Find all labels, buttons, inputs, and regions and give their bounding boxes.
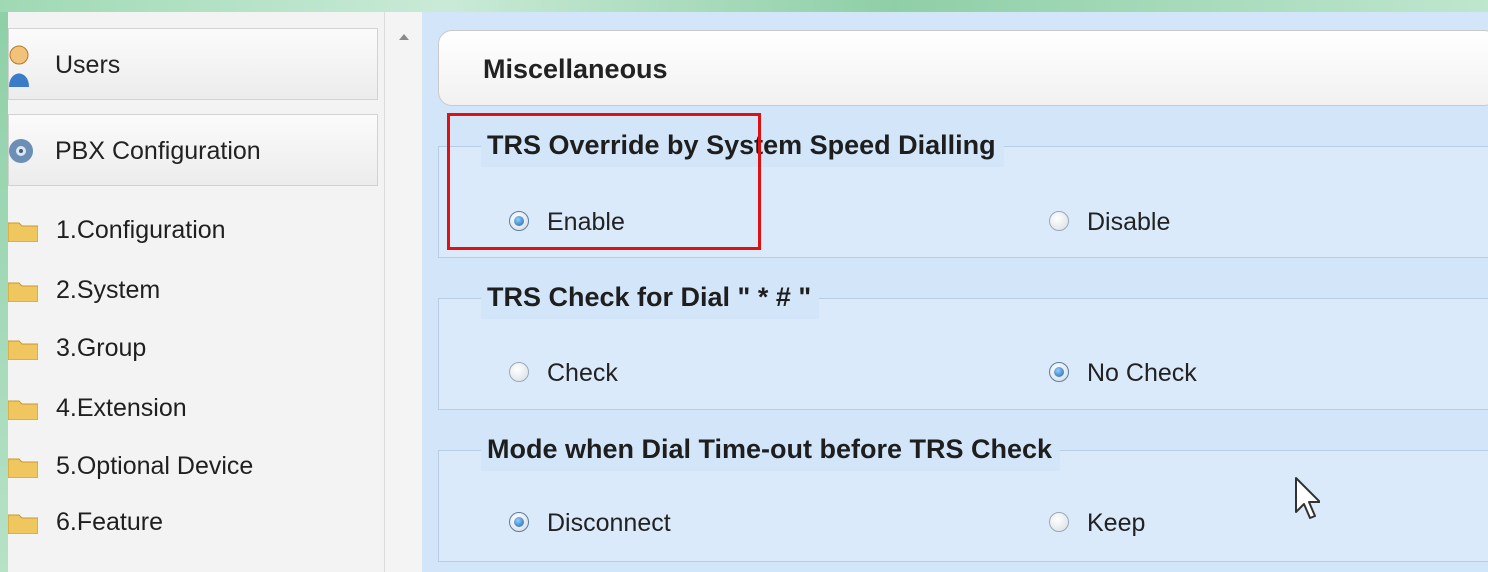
folder-icon: [8, 514, 38, 534]
panel-header: Miscellaneous: [438, 30, 1488, 106]
page-title: Miscellaneous: [483, 54, 668, 84]
radio-label: Disable: [1087, 208, 1171, 236]
sidebar-item-partial[interactable]: [8, 560, 378, 572]
section-dial-timeout-mode: Mode when Dial Time-out before TRS Check…: [438, 427, 1488, 562]
sidebar-header-pbx-configuration[interactable]: PBX Configuration: [8, 114, 378, 186]
sidebar-item-label: 1.Configuration: [56, 216, 226, 244]
radio-label: Check: [547, 359, 618, 387]
section-trs-check: TRS Check for Dial " * # " Check No Chec…: [438, 275, 1488, 410]
radio-button[interactable]: [1049, 211, 1069, 231]
sidebar-item-configuration[interactable]: 1.Configuration: [8, 210, 378, 250]
gear-icon: [9, 139, 33, 163]
sidebar-item-feature[interactable]: 6.Feature: [8, 502, 378, 542]
folder-icon: [8, 282, 38, 302]
mouse-cursor-icon: [1295, 477, 1320, 519]
sidebar-item-label: 3.Group: [56, 334, 147, 362]
sidebar-item-group[interactable]: 3.Group: [8, 328, 378, 368]
top-banner: [0, 0, 1488, 12]
sidebar-item-extension[interactable]: 4.Extension: [8, 388, 378, 428]
left-edge-strip: [0, 12, 8, 572]
sidebar-header-label: Users: [55, 51, 121, 79]
folder-icon: [8, 458, 38, 478]
radio-button[interactable]: [509, 362, 529, 382]
scroll-up-icon[interactable]: [399, 34, 409, 40]
sidebar-item-label: 4.Extension: [56, 394, 187, 422]
radio-button[interactable]: [1049, 362, 1069, 382]
radio-label: Keep: [1087, 509, 1146, 537]
radio-label: Disconnect: [547, 509, 671, 537]
sidebar-scrollbar[interactable]: [384, 12, 422, 572]
radio-button[interactable]: [1049, 512, 1069, 532]
sidebar-header-label: PBX Configuration: [55, 137, 261, 165]
sidebar-item-label: 5.Optional Device: [56, 452, 254, 480]
sidebar-header-users[interactable]: Users: [8, 28, 378, 100]
sidebar-item-label: 6.Feature: [56, 508, 164, 536]
section-legend: Mode when Dial Time-out before TRS Check: [481, 427, 1061, 471]
radio-button[interactable]: [509, 512, 529, 532]
sidebar-item-label: 2.System: [56, 276, 161, 304]
folder-icon: [8, 400, 38, 420]
sidebar-item-optional-device[interactable]: 5.Optional Device: [8, 446, 378, 486]
sidebar-item-system[interactable]: 2.System: [8, 270, 378, 310]
sidebar: Users PBX Configuration 1.Configuration …: [8, 12, 384, 572]
section-legend: TRS Check for Dial " * # ": [481, 275, 820, 319]
radio-label: No Check: [1087, 359, 1197, 387]
main-panel: Miscellaneous TRS Override by System Spe…: [422, 12, 1488, 572]
folder-icon: [8, 222, 38, 242]
highlight-box: [447, 113, 761, 250]
user-icon: [9, 45, 29, 87]
folder-icon: [8, 340, 38, 360]
